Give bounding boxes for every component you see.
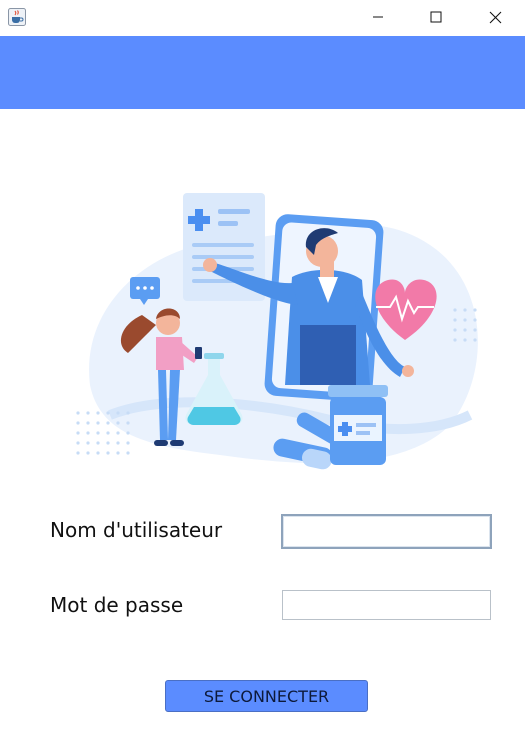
username-input[interactable] (281, 514, 492, 549)
maximize-icon (430, 11, 442, 23)
password-input[interactable] (282, 590, 491, 620)
close-icon (489, 11, 501, 23)
telemedicine-illustration (76, 193, 478, 470)
minimize-icon (373, 16, 383, 18)
login-button[interactable]: SE CONNECTER (165, 680, 368, 712)
password-label: Mot de passe (50, 593, 184, 617)
maximize-button[interactable] (413, 0, 459, 34)
close-button[interactable] (472, 0, 518, 34)
java-cup-icon (8, 8, 26, 26)
header-banner (0, 36, 525, 109)
username-label: Nom d'utilisateur (50, 518, 223, 542)
title-bar (0, 0, 525, 34)
minimize-button[interactable] (355, 0, 401, 34)
